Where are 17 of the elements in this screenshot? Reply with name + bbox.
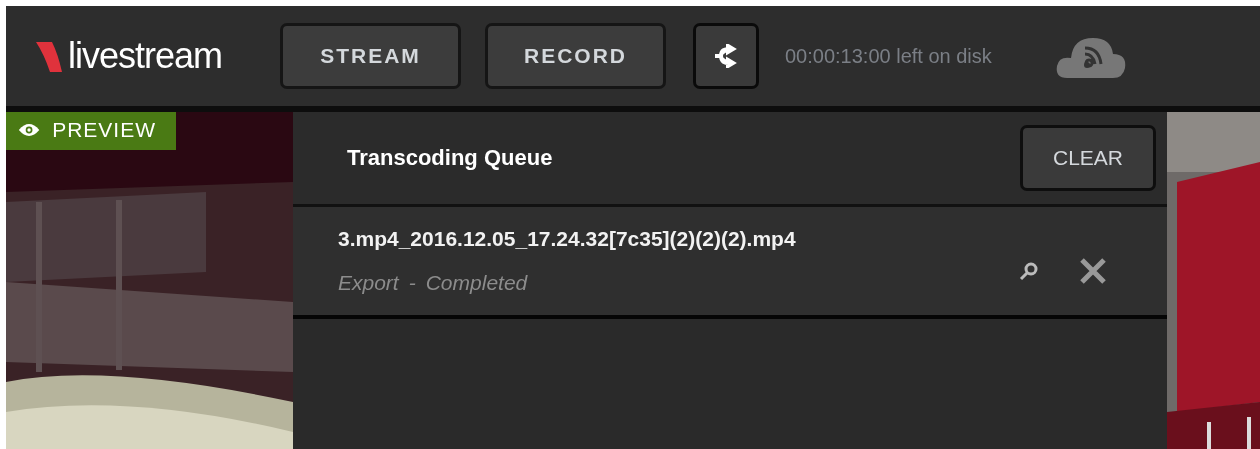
operation-text: Export	[338, 271, 399, 295]
file-name: 3.mp4_2016.12.05_17.24.32[7c35](2)(2)(2).mp4	[338, 227, 797, 251]
preview-label: PREVIEW	[52, 118, 156, 142]
clear-button[interactable]: CLEAR	[1020, 125, 1156, 191]
logo-mark-icon	[34, 40, 64, 74]
toolbar-button[interactable]: STREAM	[280, 23, 461, 89]
status-text: Completed	[425, 271, 528, 295]
disk-time-text: 00:00:13:00 left on disk	[785, 44, 992, 68]
logo-text: livestream	[68, 38, 223, 74]
separator-text: -	[408, 271, 416, 295]
search-icon[interactable]	[1019, 261, 1039, 281]
share-icon	[713, 44, 739, 68]
share-button[interactable]	[693, 23, 759, 89]
queue-title: Transcoding Queue	[347, 145, 553, 171]
toolbar-button[interactable]: RECORD	[485, 23, 666, 89]
eye-icon	[18, 122, 41, 138]
close-icon[interactable]	[1079, 257, 1107, 285]
